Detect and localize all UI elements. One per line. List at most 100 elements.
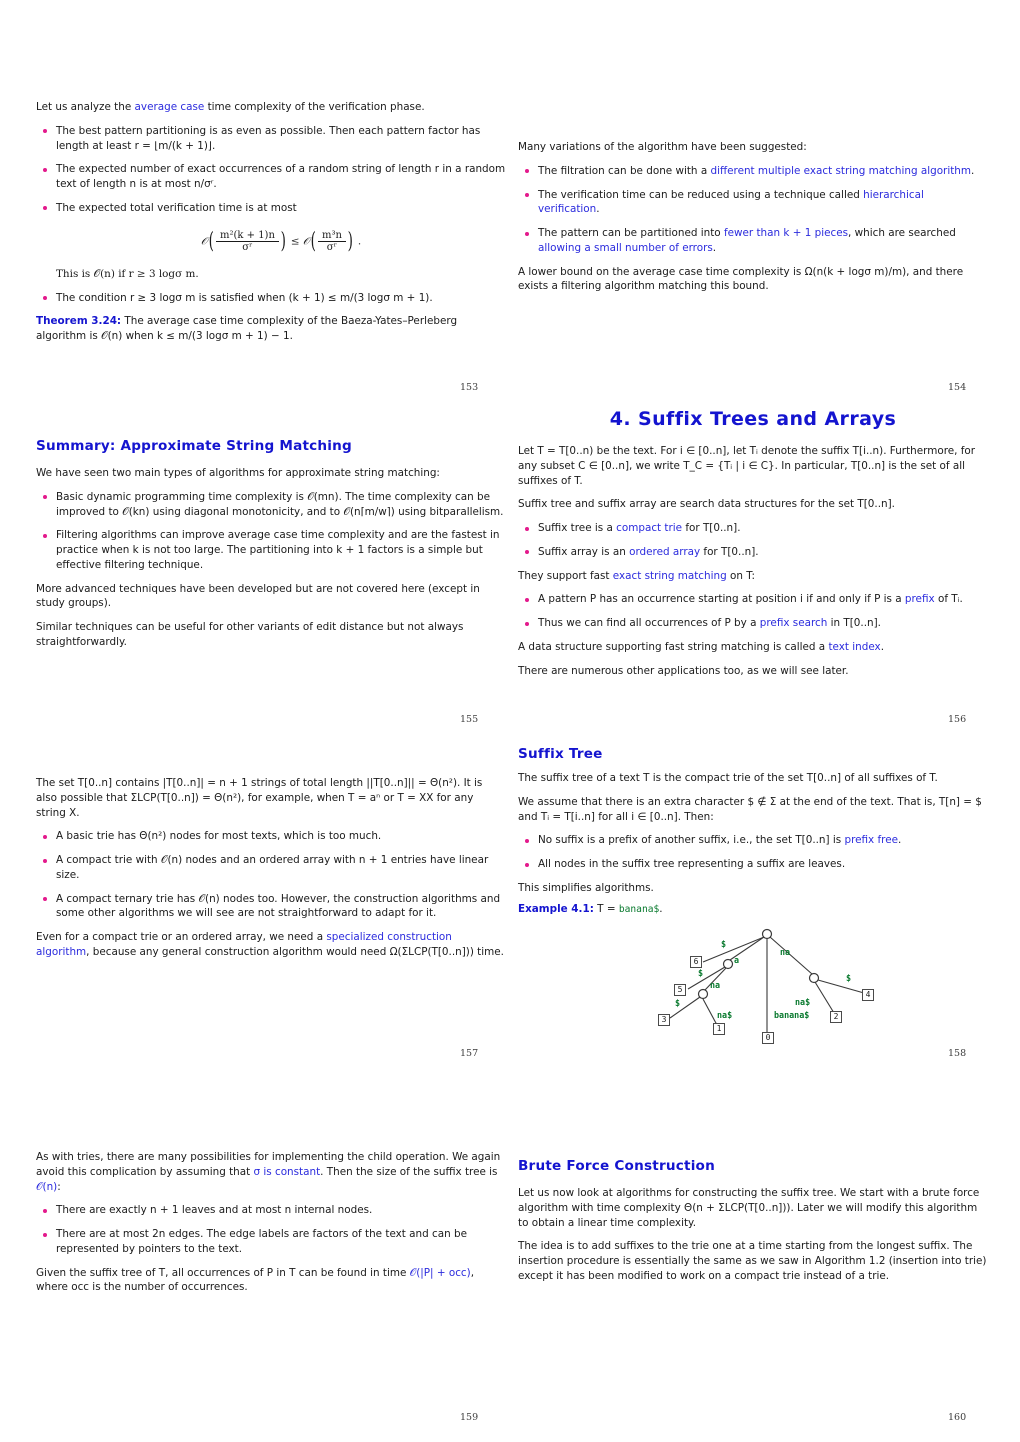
slide-158-bullets: No suffix is a prefix of another suffix,… (518, 833, 988, 872)
average-case-link[interactable]: average case (135, 101, 205, 113)
bullet-text-tail: for T[0..n]. (682, 522, 741, 535)
bullet-text: The condition r ≥ 3 logσ m is satisfied … (56, 291, 433, 304)
bullet-text: A pattern P has an occurrence starting a… (538, 593, 905, 606)
example-4-1: Example 4.1: T = banana$. (518, 902, 988, 917)
multiple-exact-matching-link[interactable]: different multiple exact string matching… (711, 165, 972, 177)
text-b: . Then the size of the suffix tree is (320, 1165, 498, 1178)
page-title-suffix-tree: Suffix Tree (518, 746, 603, 762)
slide-155-bullets: Basic dynamic programming time complexit… (36, 490, 506, 573)
list-item: A basic trie has Θ(n²) nodes for most te… (36, 829, 506, 844)
text-index-link[interactable]: text index (828, 641, 880, 653)
example-string: banana$ (618, 903, 660, 915)
page-number-157: 157 (460, 1048, 479, 1059)
suffix-tree-edges (669, 929, 865, 1035)
tree-edge-label: $ (675, 998, 681, 1009)
tree-leaf: 0 (762, 1032, 774, 1045)
text-b: , because any general construction algor… (86, 945, 504, 958)
list-item: The expected total verification time is … (36, 201, 506, 282)
list-item: There are at most 2n edges. The edge lab… (36, 1227, 506, 1257)
brute-force-idea: The idea is to add suffixes to the trie … (518, 1240, 987, 1282)
ordered-array-link[interactable]: ordered array (629, 546, 700, 558)
list-item: Basic dynamic programming time complexit… (36, 490, 506, 520)
chapter-title: 4. Suffix Trees and Arrays (609, 408, 897, 430)
list-item: Filtering algorithms can improve average… (36, 528, 506, 572)
page-number-154: 154 (948, 382, 967, 393)
tree-leaf: 6 (690, 956, 702, 969)
bullet-text: A compact trie with 𝒪(n) nodes and an or… (56, 854, 489, 881)
bullet-text: A compact ternary trie has 𝒪(n) nodes to… (56, 892, 501, 920)
slide-153-bullets: The best pattern partitioning is as even… (36, 124, 506, 306)
relation-symbol: ≤ (290, 235, 300, 248)
occ-complexity-link[interactable]: 𝒪(|P| + occ) (410, 1267, 471, 1279)
bullet-text: There are at most 2n edges. The edge lab… (56, 1228, 467, 1255)
list-item: Suffix array is an ordered array for T[0… (518, 545, 988, 560)
prefix-link[interactable]: prefix (905, 593, 935, 605)
list-item: A compact ternary trie has 𝒪(n) nodes to… (36, 892, 506, 922)
list-item: The verification time can be reduced usi… (518, 188, 988, 218)
tree-edge-label: na (710, 980, 721, 991)
bullet-text: Suffix tree is a (538, 522, 617, 535)
bullet-text: Thus we can find all occurrences of P by… (538, 617, 760, 630)
total-length-paragraph: The set T[0..n] contains |T[0..n]| = n +… (36, 777, 483, 819)
bullet-text: The pattern can be partitioned into (538, 227, 724, 240)
exact-matching-paragraph: They support fast exact string matching … (518, 569, 988, 584)
exact-string-matching-link[interactable]: exact string matching (613, 570, 727, 582)
edit-distance-paragraph: Similar techniques can be useful for oth… (36, 621, 464, 648)
slide-157: The set T[0..n] contains |T[0..n]| = n +… (36, 776, 506, 969)
bullet-text-tail: of Tᵢ. (934, 593, 963, 606)
bullet-text-tail: . (712, 241, 717, 254)
sigma-constant-link[interactable]: σ is constant (254, 1166, 321, 1178)
text-a: They support fast (518, 569, 613, 582)
intro-text-b: time complexity of the verification phas… (204, 101, 425, 113)
tree-edge-label: $ (846, 973, 852, 984)
simplifies-paragraph: This simplifies algorithms. (518, 881, 654, 894)
prefix-search-link[interactable]: prefix search (760, 617, 828, 629)
bullet-text-tail: . (971, 164, 975, 177)
list-item: All nodes in the suffix tree representin… (518, 857, 988, 872)
occurrences-time-paragraph: Given the suffix tree of T, all occurren… (36, 1266, 506, 1296)
page-number-153: 153 (460, 382, 479, 393)
tree-edge-label: $ (698, 968, 704, 979)
example-label: Example 4.1: (518, 902, 594, 915)
list-item: A pattern P has an occurrence starting a… (518, 592, 988, 607)
example-period: . (659, 902, 663, 915)
slide-153-intro: Let us analyze the average case time com… (36, 100, 506, 115)
compact-trie-link[interactable]: compact trie (616, 522, 682, 534)
formula-period: . (357, 235, 362, 248)
tree-edge-label: banana$ (774, 1010, 810, 1021)
frac-denominator: σʳ (317, 240, 346, 253)
slide-157-bullets: A basic trie has Θ(n²) nodes for most te… (36, 829, 506, 921)
slide-156-bullets-2: A pattern P has an occurrence starting a… (518, 592, 988, 631)
bullet-text-tail: . (596, 203, 600, 216)
tree-edge-label: na$ (795, 997, 811, 1008)
allowing-errors-link[interactable]: allowing a small number of errors (538, 242, 713, 254)
page-number-158: 158 (948, 1048, 967, 1059)
suffix-tree-diagram: 6 5 3 1 0 2 4 $ a na $ na $ na$ banana$ … (518, 922, 988, 1045)
text-a: A data structure supporting fast string … (518, 640, 829, 653)
page-number-159: 159 (460, 1412, 479, 1423)
fewer-pieces-link[interactable]: fewer than k + 1 pieces (724, 227, 848, 239)
size-complexity-link[interactable]: 𝒪(n) (36, 1181, 57, 1193)
tree-edge-label: a (734, 955, 740, 966)
handout-page: Let us analyze the average case time com… (0, 0, 1020, 1442)
text-b: . (880, 640, 884, 653)
slide-160: Brute Force Construction Let us now look… (518, 1158, 988, 1293)
slide-154-intro: Many variations of the algorithm have be… (518, 141, 807, 153)
list-item: The best pattern partitioning is as even… (36, 124, 506, 154)
bullet-text: The filtration can be done with a (538, 164, 711, 177)
text-c: : (57, 1180, 61, 1193)
bullet-text: A basic trie has Θ(n²) nodes for most te… (56, 830, 382, 843)
bullet-text-mid: , which are searched (848, 227, 956, 240)
text-index-paragraph: A data structure supporting fast string … (518, 640, 988, 655)
slide-159-bullets: There are exactly n + 1 leaves and at mo… (36, 1203, 506, 1256)
child-operation-paragraph: As with tries, there are many possibilit… (36, 1150, 506, 1194)
page-title-brute-force: Brute Force Construction (518, 1158, 715, 1174)
list-item: Thus we can find all occurrences of P by… (518, 616, 988, 631)
list-item: The filtration can be done with a differ… (518, 164, 988, 179)
list-item: Suffix tree is a compact trie for T[0..n… (518, 521, 988, 536)
page-number-160: 160 (948, 1412, 967, 1423)
bullet-text: The expected number of exact occurrences… (56, 163, 506, 191)
prefix-free-link[interactable]: prefix free (844, 834, 898, 846)
bullet-text: The best pattern partitioning is as even… (56, 124, 481, 152)
frac-denominator: σʳ (216, 240, 279, 253)
